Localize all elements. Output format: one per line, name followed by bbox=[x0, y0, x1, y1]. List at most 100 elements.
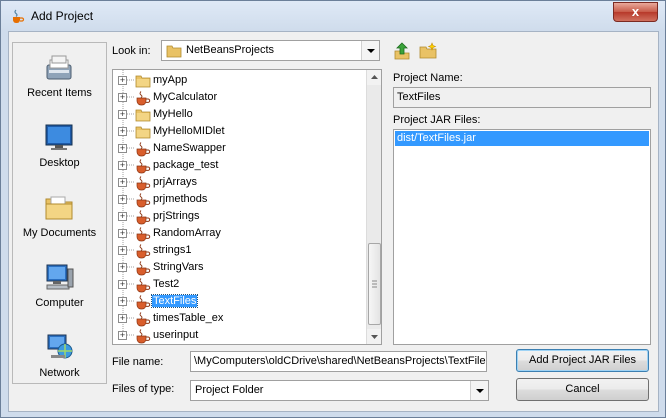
grip-icon bbox=[372, 280, 377, 288]
project-jar-list[interactable]: dist/TextFiles.jar bbox=[393, 129, 651, 345]
expand-icon[interactable]: + bbox=[118, 314, 127, 323]
place-computer[interactable]: Computer bbox=[13, 261, 106, 321]
dialog-body: Recent Items Desktop My Documents Comput… bbox=[8, 31, 659, 412]
look-in-combo[interactable]: NetBeansProjects bbox=[161, 40, 380, 61]
tree-item[interactable]: + NameSwapper bbox=[113, 140, 363, 157]
java-project-icon bbox=[135, 294, 151, 310]
expand-icon[interactable]: + bbox=[118, 144, 127, 153]
window-title: Add Project bbox=[31, 9, 94, 23]
expand-icon[interactable]: + bbox=[118, 110, 127, 119]
tree-item[interactable]: + prjmethods bbox=[113, 191, 363, 208]
expand-icon[interactable]: + bbox=[118, 246, 127, 255]
expand-icon[interactable]: + bbox=[118, 195, 127, 204]
tree-item[interactable]: + prjArrays bbox=[113, 174, 363, 191]
tree-item-label: prjStrings bbox=[153, 210, 200, 222]
expand-icon[interactable]: + bbox=[118, 127, 127, 136]
tree-item[interactable]: + MyHello bbox=[113, 106, 363, 123]
java-project-icon bbox=[135, 328, 151, 344]
expand-icon[interactable]: + bbox=[118, 263, 127, 272]
expand-icon[interactable]: + bbox=[118, 178, 127, 187]
folder-icon bbox=[135, 107, 151, 123]
java-project-icon bbox=[135, 192, 151, 208]
tree-item-label: MyHello bbox=[153, 108, 193, 120]
up-folder-icon[interactable] bbox=[393, 42, 411, 60]
close-button[interactable]: x bbox=[613, 2, 658, 22]
add-project-jar-files-button[interactable]: Add Project JAR Files bbox=[516, 349, 649, 372]
close-icon: x bbox=[631, 4, 640, 19]
expand-icon[interactable]: + bbox=[118, 229, 127, 238]
folder-icon bbox=[135, 124, 151, 140]
java-cup-icon bbox=[13, 9, 25, 23]
expand-icon[interactable]: + bbox=[118, 161, 127, 170]
look-in-value: NetBeansProjects bbox=[186, 44, 275, 56]
tree-item[interactable]: + myApp bbox=[113, 72, 363, 89]
tree-item[interactable]: + strings1 bbox=[113, 242, 363, 259]
tree-item-label: NameSwapper bbox=[153, 142, 226, 154]
java-project-icon bbox=[135, 175, 151, 191]
expand-icon[interactable]: + bbox=[118, 76, 127, 85]
place-recent-items[interactable]: Recent Items bbox=[13, 51, 106, 111]
vertical-scrollbar[interactable] bbox=[366, 70, 381, 344]
scroll-up-button[interactable] bbox=[367, 70, 381, 85]
project-jar-files-label: Project JAR Files: bbox=[393, 114, 481, 126]
tree-item[interactable]: + package_test bbox=[113, 157, 363, 174]
project-name-label: Project Name: bbox=[393, 72, 463, 84]
file-name-input[interactable]: \MyComputers\oldCDrive\shared\NetBeansPr… bbox=[190, 351, 487, 372]
new-folder-icon[interactable] bbox=[419, 42, 437, 60]
cancel-button[interactable]: Cancel bbox=[516, 378, 649, 401]
tree-item[interactable]: + TextFiles bbox=[113, 293, 363, 310]
tree-item[interactable]: + Test2 bbox=[113, 276, 363, 293]
scroll-down-button[interactable] bbox=[367, 329, 381, 344]
file-name-label: File name: bbox=[112, 356, 164, 368]
expand-icon[interactable]: + bbox=[118, 212, 127, 221]
place-network[interactable]: Network bbox=[13, 331, 106, 391]
tree-item[interactable]: + MyHelloMIDlet bbox=[113, 123, 363, 140]
java-project-icon bbox=[135, 226, 151, 242]
tree-item-label: strings1 bbox=[153, 244, 192, 256]
chevron-down-icon[interactable] bbox=[470, 381, 488, 400]
project-name-value: TextFiles bbox=[397, 91, 441, 103]
folder-icon bbox=[166, 45, 182, 58]
list-item[interactable]: dist/TextFiles.jar bbox=[395, 131, 649, 146]
tree-item-label: prjmethods bbox=[153, 193, 208, 205]
scroll-thumb[interactable] bbox=[368, 243, 381, 325]
tree-item[interactable]: + timesTable_ex bbox=[113, 310, 363, 327]
files-of-type-combo[interactable]: Project Folder bbox=[190, 380, 489, 401]
tree-item-label: myApp bbox=[153, 74, 188, 86]
tree-item-label: userinput bbox=[153, 329, 199, 341]
expand-icon[interactable]: + bbox=[118, 93, 127, 102]
folder-icon bbox=[135, 73, 151, 89]
title-bar[interactable]: Add Project x bbox=[1, 1, 665, 31]
java-project-icon bbox=[135, 260, 151, 276]
scroll-down-icon bbox=[371, 335, 378, 339]
java-project-icon bbox=[135, 277, 151, 293]
tree-item-label: TextFiles bbox=[150, 294, 199, 308]
recent-items-icon bbox=[46, 55, 72, 80]
place-label: My Documents bbox=[22, 227, 97, 239]
file-name-value: \MyComputers\oldCDrive\shared\NetBeansPr… bbox=[194, 355, 487, 367]
expand-icon[interactable]: + bbox=[118, 297, 127, 306]
java-project-icon bbox=[135, 311, 151, 327]
tree-item[interactable]: + prjStrings bbox=[113, 208, 363, 225]
tree-item[interactable]: + RandomArray bbox=[113, 225, 363, 242]
tree-item-label: Test2 bbox=[153, 278, 180, 290]
tree-item[interactable]: + MyCalculator bbox=[113, 89, 363, 106]
computer-icon bbox=[46, 264, 74, 290]
scroll-up-icon bbox=[371, 75, 378, 79]
expand-icon[interactable]: + bbox=[118, 280, 127, 289]
java-project-icon bbox=[135, 141, 151, 157]
tree-item-label: MyHelloMIDlet bbox=[153, 125, 225, 137]
expand-icon[interactable]: + bbox=[118, 331, 127, 340]
add-project-dialog: Add Project x Recent Items Desktop My Do… bbox=[0, 0, 666, 418]
places-bar: Recent Items Desktop My Documents Comput… bbox=[12, 42, 107, 384]
chevron-down-icon[interactable] bbox=[361, 41, 379, 60]
tree-item[interactable]: + userinput bbox=[113, 327, 363, 344]
java-project-icon bbox=[135, 158, 151, 174]
place-my-documents[interactable]: My Documents bbox=[13, 191, 106, 251]
folder-tree[interactable]: + myApp + MyCalculator + MyHello + MyHelloMIDle… bbox=[112, 69, 382, 345]
tree-item-label: MyCalculator bbox=[153, 91, 218, 103]
place-desktop[interactable]: Desktop bbox=[13, 121, 106, 181]
project-name-field: TextFiles bbox=[393, 87, 651, 108]
tree-item-label: prjArrays bbox=[153, 176, 198, 188]
tree-item[interactable]: + StringVars bbox=[113, 259, 363, 276]
